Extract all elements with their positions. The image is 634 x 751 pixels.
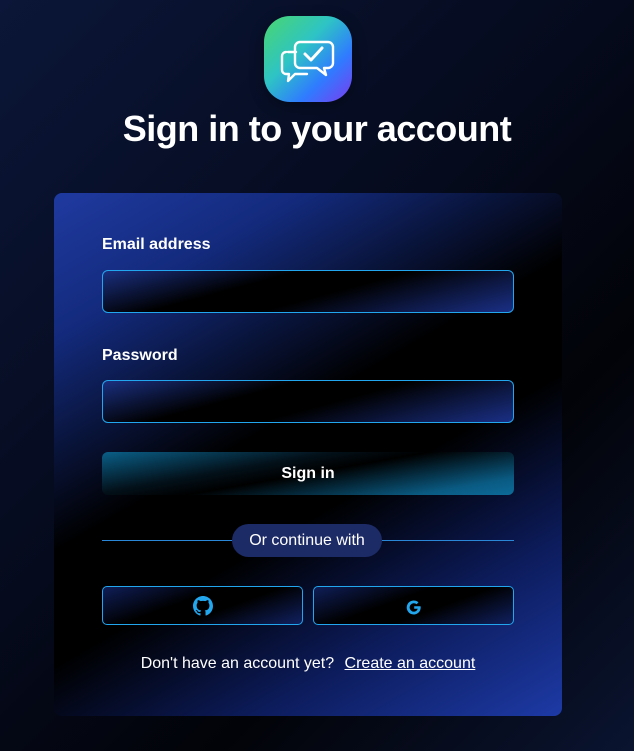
email-label: Email address [102,236,211,253]
divider-text: Or continue with [232,524,382,557]
password-label: Password [102,347,178,364]
github-sign-in-button[interactable] [102,586,303,625]
google-icon [406,599,421,614]
app-logo [264,16,352,102]
signup-prompt: Don't have an account yet? Create an acc… [54,655,562,673]
create-account-link[interactable]: Create an account [345,655,476,672]
signup-prompt-text: Don't have an account yet? [140,655,335,672]
email-field[interactable] [102,270,514,313]
sign-in-button[interactable]: Sign in [102,452,514,495]
sign-in-card: Email address Password Sign in Or contin… [54,193,562,716]
github-icon [192,595,213,616]
page-title: Sign in to your account [122,108,512,149]
chat-check-icon [280,40,335,83]
google-sign-in-button[interactable] [313,586,514,625]
password-field[interactable] [102,380,514,423]
